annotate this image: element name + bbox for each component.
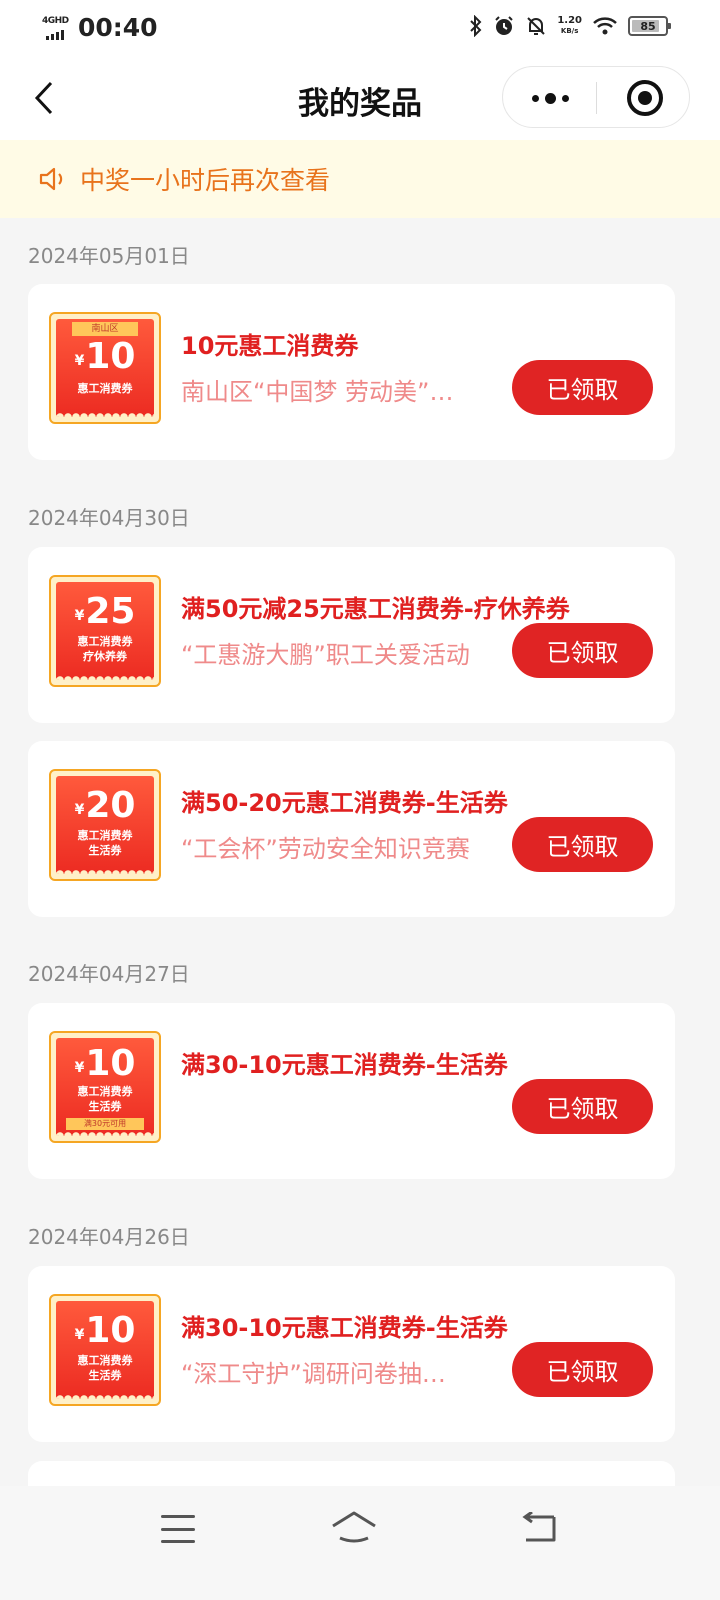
system-nav-bar xyxy=(0,1486,720,1600)
capsule-divider xyxy=(596,82,597,114)
notice-bar: 中奖一小时后再次查看 xyxy=(0,140,720,218)
network-icon: 4GHD xyxy=(42,16,72,42)
back-icon[interactable] xyxy=(520,1512,558,1544)
battery-icon: 85 xyxy=(628,16,671,36)
coupon-amount: ¥10 xyxy=(74,1043,136,1084)
coupon-amount: ¥25 xyxy=(74,591,136,632)
coupon-thumbnail: 南山区 ¥10 惠工消费券 xyxy=(49,312,161,424)
status-time: 00:40 xyxy=(78,13,158,42)
claimed-button[interactable]: 已领取 xyxy=(512,1079,653,1134)
battery-level: 85 xyxy=(640,19,656,33)
status-left: 4GHD 00:40 xyxy=(42,14,158,42)
prize-title: 满50元减25元惠工消费券-疗休养券 xyxy=(181,595,570,623)
home-icon[interactable] xyxy=(330,1510,378,1544)
menu-icon[interactable] xyxy=(161,1515,195,1543)
coupon-thumbnail: ¥10 惠工消费券 生活券 满30元可用 xyxy=(49,1031,161,1143)
prize-card: ¥20 惠工消费券 生活券 满50-20元惠工消费券-生活券 “工会杯”劳动安全知… xyxy=(28,741,675,917)
prize-card: ¥25 惠工消费券 疗休养券 满50元减25元惠工消费券-疗休养券 “工惠游大鹏”… xyxy=(28,547,675,723)
prize-card: ¥10 惠工消费券 生活券 满30元可用 满30-10元惠工消费券-生活券 已领取 xyxy=(28,1003,675,1179)
close-miniapp-button[interactable] xyxy=(627,80,663,116)
miniapp-capsule xyxy=(502,66,690,128)
coupon-label: 惠工消费券 生活券 xyxy=(77,1354,133,1382)
prize-desc: “工惠游大鹏”职工关爱活动 xyxy=(181,641,470,669)
coupon-amount: ¥10 xyxy=(74,336,136,377)
alarm-icon xyxy=(495,16,514,35)
date-header: 2024年05月01日 xyxy=(28,244,190,268)
network-label: 4GHD xyxy=(42,16,69,26)
prize-desc: “工会杯”劳动安全知识竞赛 xyxy=(181,835,470,863)
notice-text: 中奖一小时后再次查看 xyxy=(80,166,331,195)
prize-desc: “深工守护”调研问卷抽… xyxy=(181,1360,446,1388)
status-right: 1.20 KB/s 85 xyxy=(469,15,671,37)
mute-bell-icon xyxy=(527,17,546,35)
prize-title: 10元惠工消费券 xyxy=(181,332,359,360)
more-dots-icon xyxy=(531,94,539,102)
nav-bar: 我的奖品 xyxy=(0,56,720,140)
coupon-label: 惠工消费券 生活券 xyxy=(77,1085,133,1113)
more-button[interactable] xyxy=(503,67,597,129)
coupon-region: 南山区 xyxy=(72,322,138,336)
coupon-thumbnail: ¥25 惠工消费券 疗休养券 xyxy=(49,575,161,687)
claimed-button[interactable]: 已领取 xyxy=(512,623,653,678)
coupon-thumbnail: ¥20 惠工消费券 生活券 xyxy=(49,769,161,881)
coupon-label: 惠工消费券 xyxy=(77,382,133,395)
bluetooth-icon xyxy=(470,15,482,37)
prize-title: 满30-10元惠工消费券-生活券 xyxy=(181,1051,508,1079)
target-close-icon xyxy=(638,91,652,105)
date-header: 2024年04月27日 xyxy=(28,962,190,986)
prize-desc: 南山区“中国梦 劳动美”… xyxy=(181,378,454,406)
prize-card: ¥10 惠工消费券 生活券 满30-10元惠工消费券-生活券 “深工守护”调研问卷… xyxy=(28,1266,675,1442)
speed-unit: KB/s xyxy=(560,27,579,35)
coupon-thumbnail: ¥10 惠工消费券 生活券 xyxy=(49,1294,161,1406)
coupon-condition: 满30元可用 xyxy=(66,1118,144,1130)
coupon-label: 惠工消费券 生活券 xyxy=(77,829,133,857)
date-header: 2024年04月26日 xyxy=(28,1225,190,1249)
status-bar: 4GHD 00:40 1.20 KB/s 85 xyxy=(0,0,720,56)
claimed-button[interactable]: 已领取 xyxy=(512,817,653,872)
speaker-icon xyxy=(39,167,63,191)
claimed-button[interactable]: 已领取 xyxy=(512,360,653,415)
prize-title: 满30-10元惠工消费券-生活券 xyxy=(181,1314,508,1342)
coupon-label: 惠工消费券 疗休养券 xyxy=(77,635,133,663)
coupon-amount: ¥10 xyxy=(74,1310,136,1351)
coupon-amount: ¥20 xyxy=(74,785,136,826)
prize-title: 满50-20元惠工消费券-生活券 xyxy=(181,789,508,817)
speed-value: 1.20 xyxy=(557,15,582,26)
prize-card: 南山区 ¥10 惠工消费券 10元惠工消费券 南山区“中国梦 劳动美”… 已领取 xyxy=(28,284,675,460)
network-speed: 1.20 KB/s xyxy=(557,16,582,36)
claimed-button[interactable]: 已领取 xyxy=(512,1342,653,1397)
date-header: 2024年04月30日 xyxy=(28,506,190,530)
wifi-icon xyxy=(593,17,617,35)
